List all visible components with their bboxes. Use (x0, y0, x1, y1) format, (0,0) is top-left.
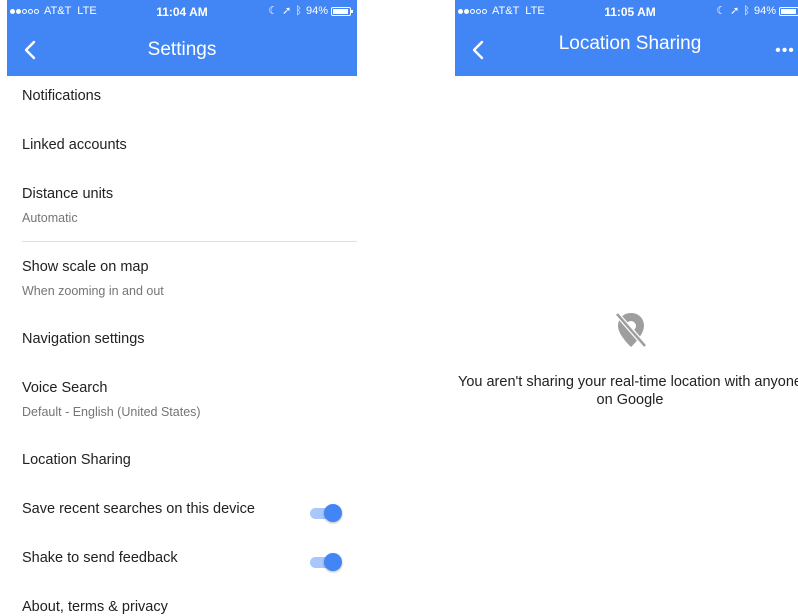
setting-label: Linked accounts (22, 137, 127, 153)
settings-screen: AT&T LTE 11:04 AM ☾ ➚ ᛒ 94% Settings Not… (7, 0, 357, 616)
app-bar: AT&T LTE 11:04 AM ☾ ➚ ᛒ 94% Settings (7, 0, 357, 76)
setting-voice-search[interactable]: Voice Search Default - English (United S… (7, 368, 357, 432)
battery-percent: 94% (753, 5, 776, 17)
setting-label: Show scale on map (22, 259, 149, 275)
section-divider (22, 241, 357, 242)
page-title: Location Sharing (558, 33, 702, 54)
setting-value: Default - English (United States) (22, 405, 201, 419)
location-off-icon (611, 310, 651, 350)
more-horiz-icon: ••• (775, 42, 795, 59)
setting-label: Notifications (22, 88, 101, 104)
battery-icon (779, 6, 798, 16)
app-bar: AT&T LTE 11:05 AM ☾ ➚ ᛒ 94% Location Sha… (455, 0, 798, 76)
setting-linked-accounts[interactable]: Linked accounts (7, 125, 357, 173)
setting-label: Navigation settings (22, 331, 145, 347)
save-searches-toggle[interactable] (308, 503, 344, 523)
page-title: Settings (147, 39, 217, 60)
setting-distance-units[interactable]: Distance units Automatic (7, 174, 357, 238)
bluetooth-icon: ᛒ (295, 4, 302, 17)
battery-percent: 94% (305, 5, 328, 17)
toggle-knob (324, 553, 342, 571)
setting-label: Shake to send feedback (22, 550, 178, 566)
setting-save-recent-searches[interactable]: Save recent searches on this device (7, 489, 357, 537)
status-bar: AT&T LTE 11:04 AM ☾ ➚ ᛒ 94% (7, 0, 357, 22)
setting-navigation[interactable]: Navigation settings (7, 319, 357, 367)
setting-show-scale[interactable]: Show scale on map When zooming in and ou… (7, 247, 357, 311)
location-arrow-icon: ➚ (730, 4, 740, 17)
more-options-button[interactable]: ••• (773, 42, 797, 59)
location-arrow-icon: ➚ (282, 4, 292, 17)
moon-icon: ☾ (268, 4, 279, 17)
setting-location-sharing[interactable]: Location Sharing (7, 440, 357, 488)
setting-value: Automatic (22, 211, 78, 225)
status-icons: ☾ ➚ ᛒ 94% (268, 4, 353, 17)
shake-feedback-toggle[interactable] (308, 552, 344, 572)
status-bar: AT&T LTE 11:05 AM ☾ ➚ ᛒ 94% (455, 0, 798, 22)
bluetooth-icon: ᛒ (743, 4, 750, 17)
toggle-knob (324, 504, 342, 522)
setting-label: Distance units (22, 186, 114, 202)
location-sharing-screen: AT&T LTE 11:05 AM ☾ ➚ ᛒ 94% Location Sha… (455, 0, 798, 76)
battery-icon (331, 6, 353, 16)
moon-icon: ☾ (716, 4, 727, 17)
setting-about[interactable]: About, terms & privacy (7, 587, 357, 616)
setting-notifications[interactable]: Notifications (7, 76, 357, 124)
empty-state-message: You aren't sharing your real-time locati… (458, 374, 798, 408)
status-icons: ☾ ➚ ᛒ 94% (716, 5, 798, 17)
setting-shake-feedback[interactable]: Shake to send feedback (7, 538, 357, 586)
setting-value: When zooming in and out (22, 284, 164, 298)
setting-label: Location Sharing (22, 452, 131, 468)
setting-label: About, terms & privacy (22, 599, 168, 615)
setting-label: Voice Search (22, 380, 108, 396)
setting-label: Save recent searches on this device (22, 501, 255, 517)
